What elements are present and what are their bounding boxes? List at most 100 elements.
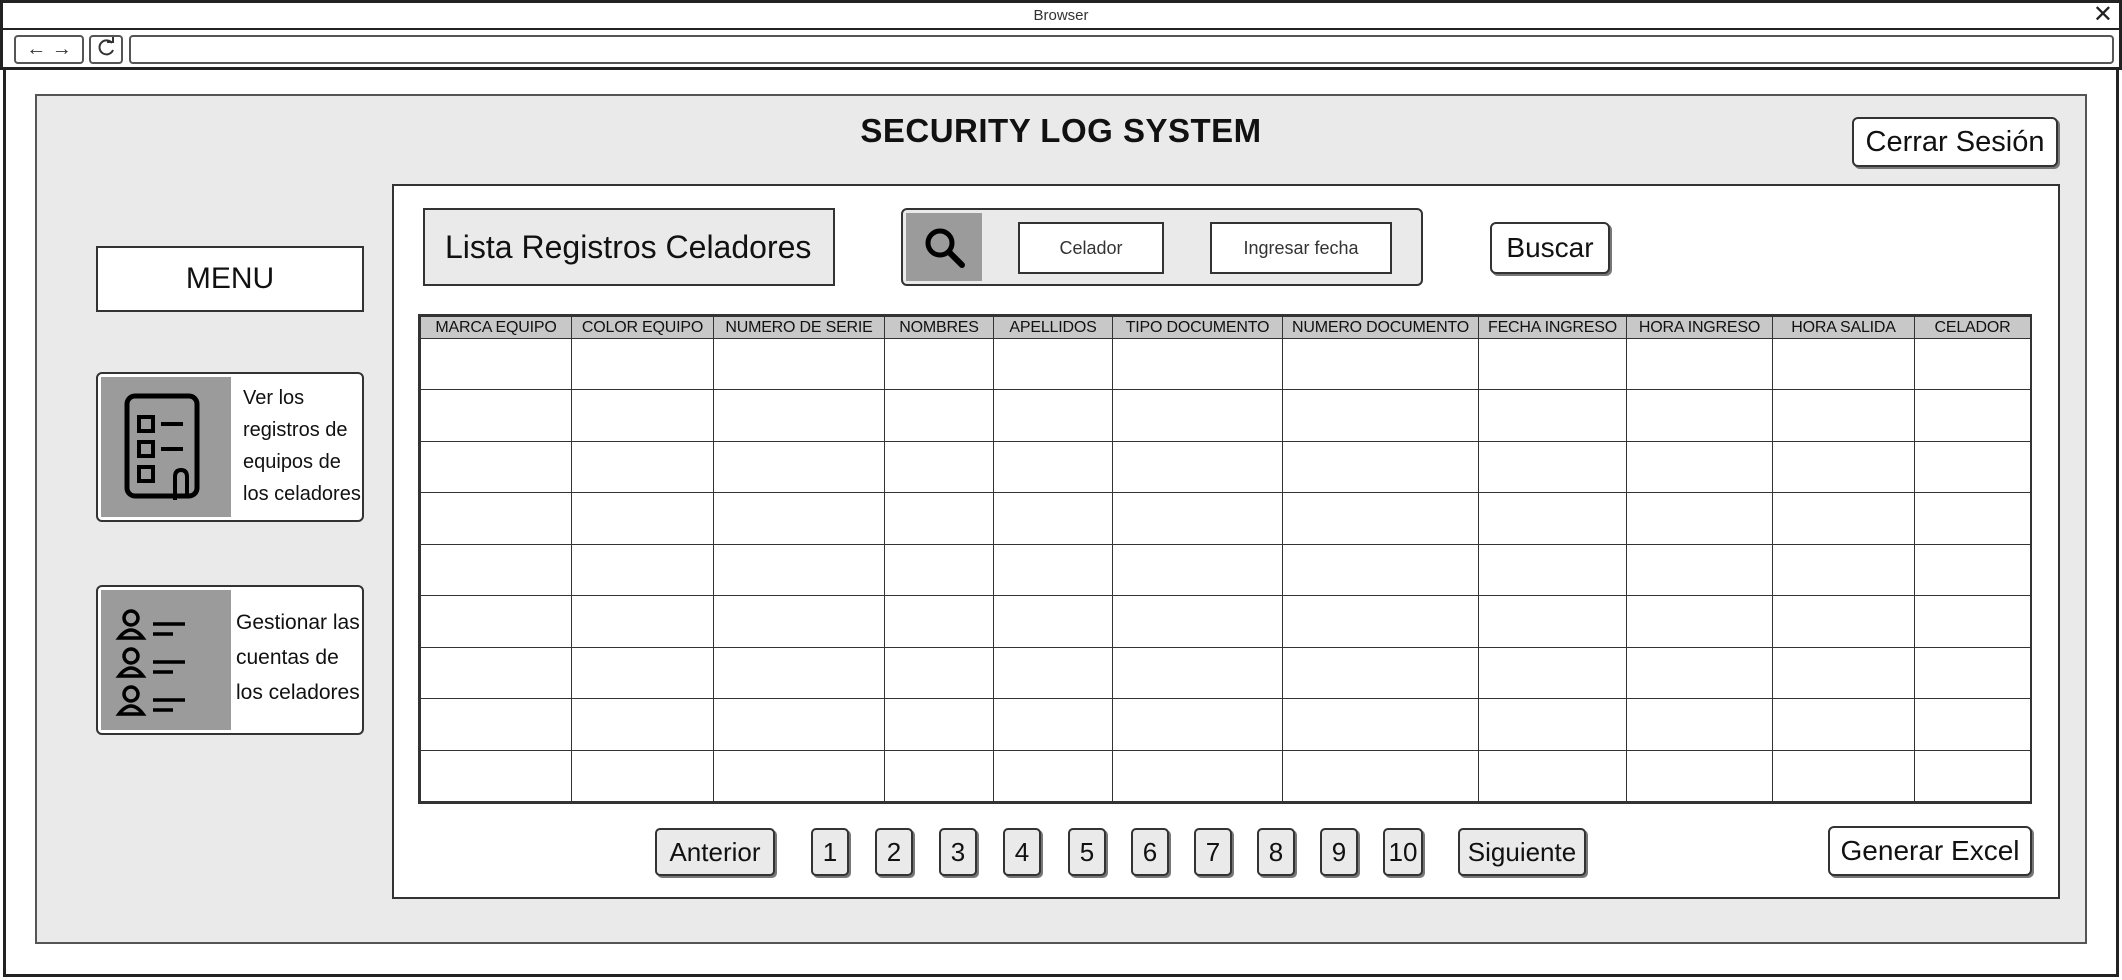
column-header: COLOR EQUIPO bbox=[571, 316, 714, 339]
page-button[interactable]: 9 bbox=[1320, 828, 1358, 876]
table-cell bbox=[420, 440, 572, 494]
table-cell bbox=[1478, 646, 1627, 700]
table-cell bbox=[884, 646, 994, 700]
page-button[interactable]: 5 bbox=[1068, 828, 1106, 876]
browser-title: Browser bbox=[1033, 7, 1089, 24]
records-table: MARCA EQUIPO COLOR EQUIPO NUMERO DE SERI… bbox=[418, 314, 2032, 804]
table-cell bbox=[884, 698, 994, 751]
sidebar-item-gestionar-cuentas[interactable]: Gestionar las cuentas de los celadores bbox=[96, 585, 364, 735]
table-cell bbox=[571, 595, 714, 648]
anterior-button[interactable]: Anterior bbox=[655, 828, 775, 876]
table-row bbox=[420, 646, 2031, 700]
table-cell bbox=[993, 492, 1113, 545]
table-cell bbox=[571, 389, 714, 442]
table-cell bbox=[1626, 389, 1773, 442]
page-button[interactable]: 7 bbox=[1194, 828, 1232, 876]
column-header: CELADOR bbox=[1914, 316, 2031, 339]
table-header-row: MARCA EQUIPO COLOR EQUIPO NUMERO DE SERI… bbox=[420, 316, 2031, 339]
table-cell bbox=[1112, 749, 1283, 802]
table-cell bbox=[1772, 337, 1915, 391]
table-cell bbox=[1112, 543, 1283, 597]
page-button[interactable]: 10 bbox=[1383, 828, 1423, 876]
page-button[interactable]: 3 bbox=[939, 828, 977, 876]
table-cell bbox=[1282, 698, 1479, 751]
table-cell bbox=[1772, 595, 1915, 648]
table-cell bbox=[993, 698, 1113, 751]
back-forward-buttons[interactable]: ← → bbox=[14, 35, 84, 64]
page-button[interactable]: 2 bbox=[875, 828, 913, 876]
sidebar-item-ver-registros[interactable]: Ver los registros de equipos de los cela… bbox=[96, 372, 364, 522]
page-button[interactable]: 1 bbox=[811, 828, 849, 876]
sidebar-item-label: Ver los registros de equipos de los cela… bbox=[243, 387, 361, 505]
table-cell bbox=[1914, 749, 2031, 802]
close-icon[interactable]: ✕ bbox=[2093, 3, 2113, 27]
search-icon bbox=[925, 228, 965, 268]
buscar-button[interactable]: Buscar bbox=[1490, 222, 1610, 274]
table-cell bbox=[1772, 440, 1915, 494]
table-cell bbox=[1282, 595, 1479, 648]
table-cell bbox=[420, 389, 572, 442]
browser-toolbar: ← → bbox=[0, 30, 2122, 70]
table-cell bbox=[1914, 492, 2031, 545]
page-button[interactable]: 4 bbox=[1003, 828, 1041, 876]
table-cell bbox=[1112, 646, 1283, 700]
table-row bbox=[420, 749, 2031, 802]
table-cell bbox=[884, 492, 994, 545]
column-header: MARCA EQUIPO bbox=[420, 316, 572, 339]
table-cell bbox=[993, 646, 1113, 700]
app-title: SECURITY LOG SYSTEM bbox=[860, 112, 1262, 149]
table-cell bbox=[420, 543, 572, 597]
table-cell bbox=[1914, 698, 2031, 751]
table-cell bbox=[713, 595, 885, 648]
menu-label: MENU bbox=[96, 246, 364, 312]
table-cell bbox=[884, 543, 994, 597]
url-bar[interactable] bbox=[129, 35, 2114, 64]
table-cell bbox=[1914, 543, 2031, 597]
table-cell bbox=[1772, 646, 1915, 700]
table-cell bbox=[420, 492, 572, 545]
table-cell bbox=[1914, 595, 2031, 648]
page-button[interactable]: 6 bbox=[1131, 828, 1169, 876]
table-cell bbox=[1478, 595, 1627, 648]
table-cell bbox=[1914, 389, 2031, 442]
table-row bbox=[420, 595, 2031, 648]
generar-excel-button[interactable]: Generar Excel bbox=[1828, 826, 2032, 876]
siguiente-button[interactable]: Siguiente bbox=[1458, 828, 1586, 876]
table-cell bbox=[1626, 749, 1773, 802]
table-cell bbox=[713, 749, 885, 802]
column-header: NUMERO DOCUMENTO bbox=[1282, 316, 1479, 339]
column-header: HORA INGRESO bbox=[1626, 316, 1773, 339]
table-cell bbox=[420, 337, 572, 391]
table-cell bbox=[1626, 698, 1773, 751]
table-cell bbox=[1626, 440, 1773, 494]
table-cell bbox=[1112, 492, 1283, 545]
column-header: TIPO DOCUMENTO bbox=[1112, 316, 1283, 339]
table-cell bbox=[1914, 646, 2031, 700]
table-cell bbox=[1772, 698, 1915, 751]
table-cell bbox=[713, 440, 885, 494]
table-cell bbox=[1112, 595, 1283, 648]
table-cell bbox=[1772, 543, 1915, 597]
table-row bbox=[420, 543, 2031, 597]
celador-input[interactable] bbox=[1018, 222, 1164, 274]
table-cell bbox=[1626, 646, 1773, 700]
page-button[interactable]: 8 bbox=[1257, 828, 1295, 876]
table-cell bbox=[1772, 389, 1915, 442]
fecha-input[interactable] bbox=[1210, 222, 1392, 274]
table-cell bbox=[993, 595, 1113, 648]
logout-button[interactable]: Cerrar Sesión bbox=[1852, 117, 2058, 167]
table-cell bbox=[1282, 440, 1479, 494]
reload-icon[interactable] bbox=[89, 35, 123, 64]
column-header: NUMERO DE SERIE bbox=[713, 316, 885, 339]
sidebar-item-label: Gestionar las cuentas de los celadores bbox=[236, 611, 360, 704]
table-cell bbox=[571, 749, 714, 802]
table-cell bbox=[713, 543, 885, 597]
table-cell bbox=[1772, 492, 1915, 545]
table-cell bbox=[993, 749, 1113, 802]
table-cell bbox=[713, 492, 885, 545]
table-cell bbox=[571, 492, 714, 545]
table-cell bbox=[1478, 389, 1627, 442]
table-cell bbox=[1112, 389, 1283, 442]
table-row bbox=[420, 440, 2031, 494]
table-cell bbox=[1626, 337, 1773, 391]
